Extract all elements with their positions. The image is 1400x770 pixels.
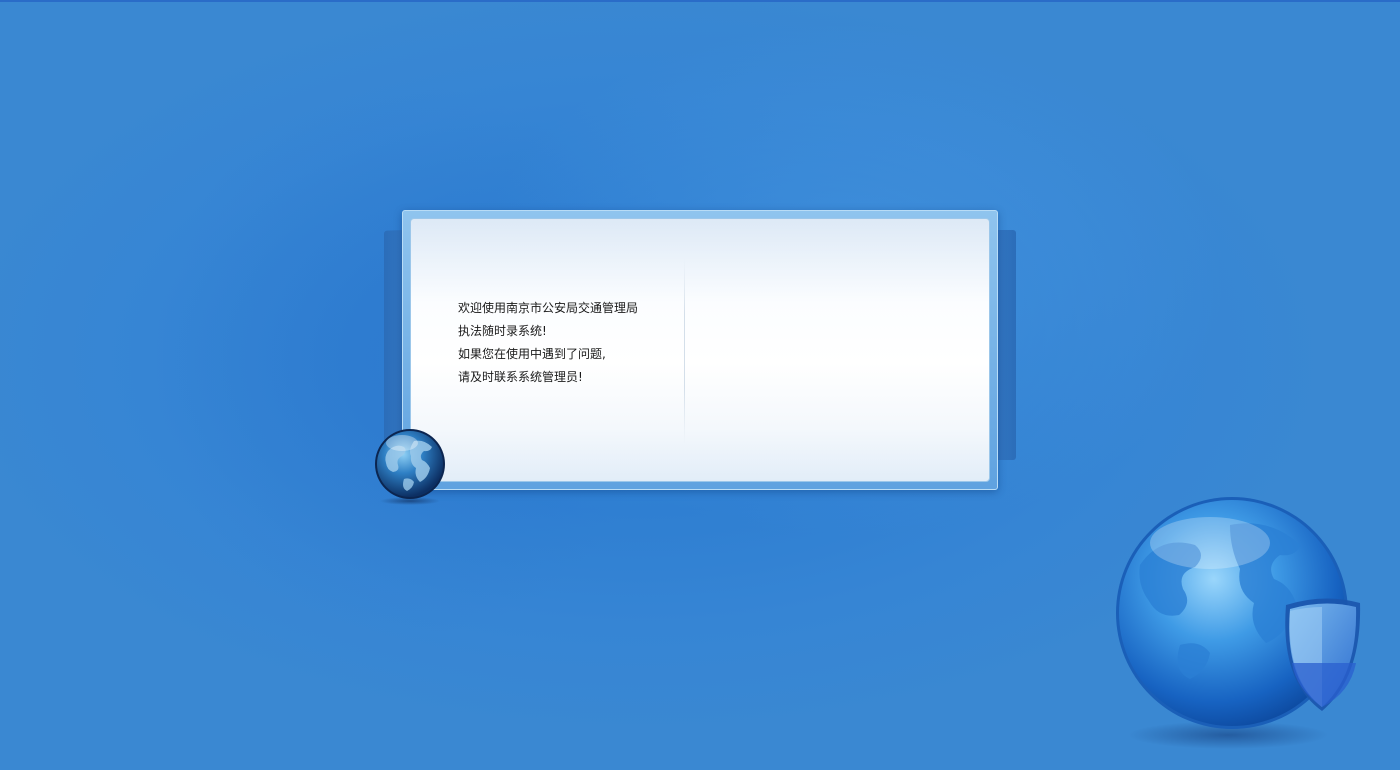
top-border-line: [0, 0, 1400, 2]
globe-icon: [375, 429, 445, 505]
welcome-line-3: 如果您在使用中遇到了问题,: [458, 347, 606, 361]
globe-shield-icon: [1116, 497, 1361, 749]
welcome-message: 欢迎使用南京市公安局交通管理局 执法随时录系统! 如果您在使用中遇到了问题, 请…: [458, 297, 678, 389]
welcome-line-1: 欢迎使用南京市公安局交通管理局: [458, 301, 639, 315]
welcome-line-2: 执法随时录系统!: [458, 324, 547, 338]
welcome-line-4: 请及时联系系统管理员!: [458, 370, 583, 384]
panel-divider: [684, 258, 685, 444]
